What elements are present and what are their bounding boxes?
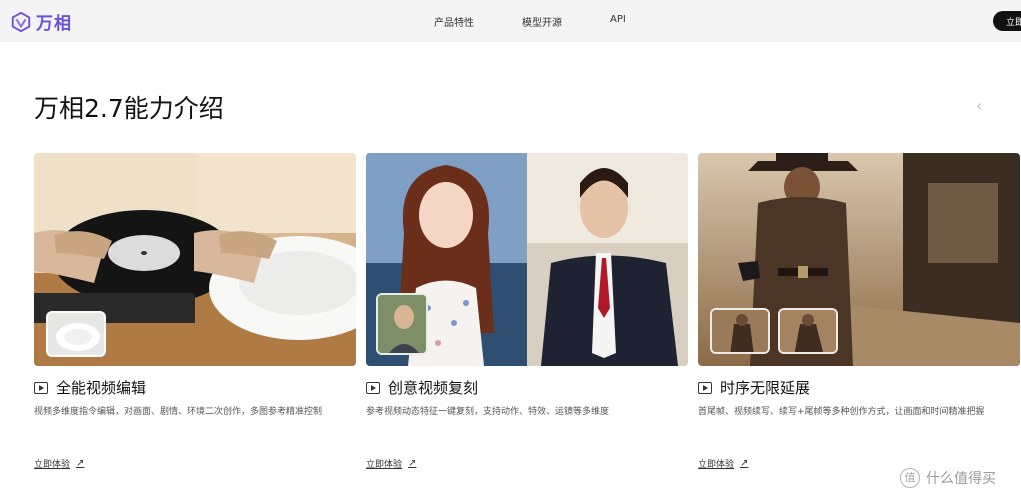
- watermark-text: 什么值得买: [926, 471, 996, 487]
- site-watermark: 值 什么值得买: [900, 468, 996, 488]
- try-now-label: 立即体验: [34, 460, 71, 470]
- try-now-label: 立即体验: [366, 460, 403, 470]
- play-icon: [34, 381, 48, 394]
- card-image-cowboy: [698, 153, 1020, 366]
- nav-product-features[interactable]: 产品特性: [434, 14, 474, 29]
- try-now-link[interactable]: 立即体验 ↗: [366, 457, 416, 470]
- chevron-left-icon[interactable]: ‹: [976, 96, 990, 115]
- first-frame-thumbnail: [710, 308, 770, 354]
- card-description: 视频多维度指令编辑，对画面、剧情、环境二次创作，多图参考精准控制: [34, 407, 323, 417]
- card-description: 首尾帧、视频续写、续写+尾帧等多种创作方式，让画面和时间精准把握: [698, 407, 985, 417]
- feature-card-video-replication[interactable]: 创意视频复刻 参考视频动态特征一键复刻，支持动作、特效、运镜等多维度 立即体验 …: [366, 153, 688, 470]
- play-icon: [698, 381, 712, 394]
- try-now-link[interactable]: 立即体验 ↗: [34, 457, 84, 470]
- try-now-link[interactable]: 立即体验 ↗: [698, 457, 748, 470]
- arrow-up-right-icon: ↗: [740, 458, 749, 469]
- try-now-button[interactable]: 立即: [993, 11, 1021, 31]
- card-title: 创意视频复刻: [388, 379, 479, 397]
- card-description: 参考视频动态特征一键复刻，支持动作、特效、运镜等多维度: [366, 407, 610, 417]
- top-nav-bar: 万相 产品特性 模型开源 API 立即: [0, 0, 1021, 42]
- feature-card-video-editing[interactable]: 全能视频编辑 视频多维度指令编辑，对画面、剧情、环境二次创作，多图参考精准控制 …: [34, 153, 356, 470]
- play-icon: [366, 381, 380, 394]
- card-title: 全能视频编辑: [56, 379, 147, 397]
- arrow-up-right-icon: ↗: [76, 458, 85, 469]
- main-nav: 产品特性 模型开源 API: [0, 14, 1021, 29]
- reference-thumbnail: [376, 293, 428, 355]
- try-now-label: 立即体验: [698, 460, 735, 470]
- section-title: 万相2.7能力介绍: [34, 94, 224, 123]
- last-frame-thumbnail: [778, 308, 838, 354]
- card-image-record-player: [34, 153, 356, 366]
- feature-card-temporal-extension[interactable]: 时序无限延展 首尾帧、视频续写、续写+尾帧等多种创作方式，让画面和时间精准把握 …: [698, 153, 1020, 470]
- card-title: 时序无限延展: [720, 379, 811, 397]
- watermark-badge: 值: [900, 468, 920, 488]
- reference-thumbnail: [46, 311, 106, 357]
- nav-model-open-source[interactable]: 模型开源: [522, 14, 562, 29]
- card-image-portraits: [366, 153, 688, 366]
- nav-api[interactable]: API: [610, 14, 626, 25]
- arrow-up-right-icon: ↗: [408, 458, 417, 469]
